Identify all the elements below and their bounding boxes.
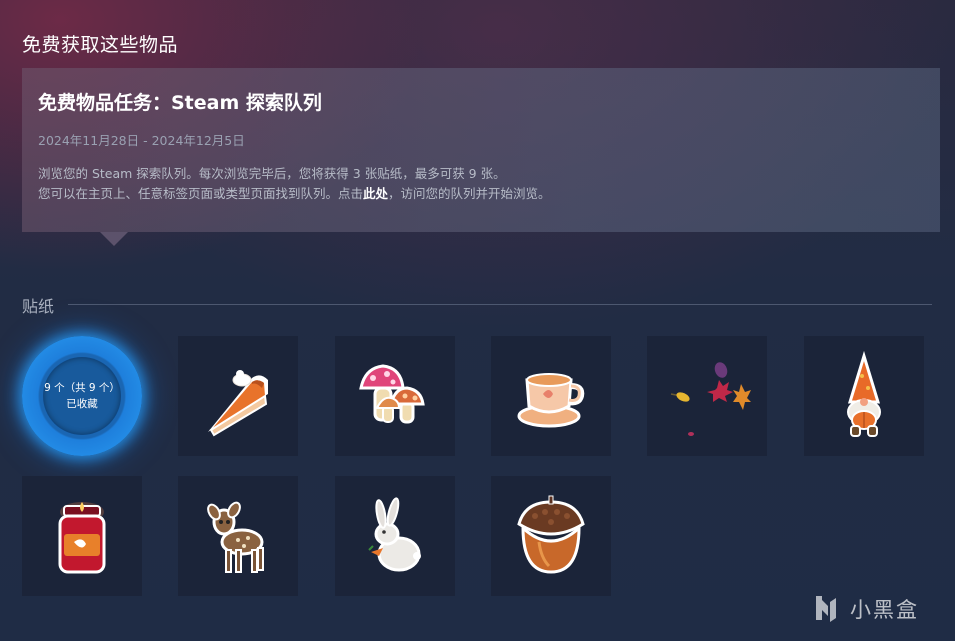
sticker-tile-candle[interactable]	[22, 476, 142, 596]
sticker-tile-mushrooms[interactable]	[335, 336, 455, 456]
sticker-tile-fawn[interactable]	[178, 476, 298, 596]
quest-dates: 2024年11月28日 - 2024年12月5日	[38, 133, 245, 148]
progress-count: 9 个（共 9 个）	[44, 382, 120, 394]
quest-title: 免费物品任务：Steam 探索队列	[38, 92, 322, 114]
collection-progress-ring: 9 个（共 9 个） 已收藏	[22, 336, 142, 456]
mushrooms-icon	[359, 364, 425, 424]
candle-jar-icon	[58, 502, 106, 574]
section-divider	[68, 304, 932, 305]
rabbit-with-carrot-icon	[368, 497, 421, 572]
teacup-icon	[517, 373, 585, 428]
section-label: 贴纸	[22, 297, 55, 316]
quest-desc-line-1: 浏览您的 Steam 探索队列。每次浏览完毕后，您将获得 3 张贴纸，最多可获 …	[38, 166, 506, 181]
watermark-text: 小黑盒	[850, 598, 919, 622]
page-title: 免费获取这些物品	[22, 34, 179, 56]
pumpkin-pie-slice-icon	[208, 370, 268, 437]
progress-status: 已收藏	[66, 398, 98, 410]
sticker-tile-pumpkin-pie[interactable]	[178, 336, 298, 456]
sticker-tile-acorn[interactable]	[491, 476, 611, 596]
sticker-tile-leaves[interactable]	[647, 336, 767, 456]
progress-text: 9 个（共 9 个） 已收藏	[22, 380, 142, 412]
sticker-tile-rabbit[interactable]	[335, 476, 455, 596]
quest-desc-line-2-after: ，访问您的队列并开始浏览。	[388, 186, 551, 201]
stickers-section-header: 贴纸	[22, 293, 932, 316]
sticker-tile-gnome[interactable]	[804, 336, 924, 456]
quest-desc-line-2: 您可以在主页上、任意标签页面或类型页面找到队列。点击此处，访问您的队列并开始浏览…	[38, 184, 551, 204]
acorn-icon	[517, 495, 585, 574]
xiaoheihe-watermark: 小黑盒	[810, 590, 940, 624]
falling-leaves-icon	[670, 362, 751, 436]
queue-link[interactable]: 此处	[363, 186, 388, 201]
quest-panel-pointer	[100, 232, 128, 246]
sticker-tile-teacup[interactable]	[491, 336, 611, 456]
quest-desc-line-2-before: 您可以在主页上、任意标签页面或类型页面找到队列。点击	[38, 186, 364, 201]
xiaoheihe-logo-icon	[816, 596, 836, 622]
quest-panel: 免费物品任务：Steam 探索队列 2024年11月28日 - 2024年12月…	[22, 68, 940, 232]
quest-description: 浏览您的 Steam 探索队列。每次浏览完毕后，您将获得 3 张贴纸，最多可获 …	[38, 164, 551, 204]
fawn-icon	[207, 501, 264, 573]
gnome-with-pumpkin-icon	[847, 350, 881, 437]
